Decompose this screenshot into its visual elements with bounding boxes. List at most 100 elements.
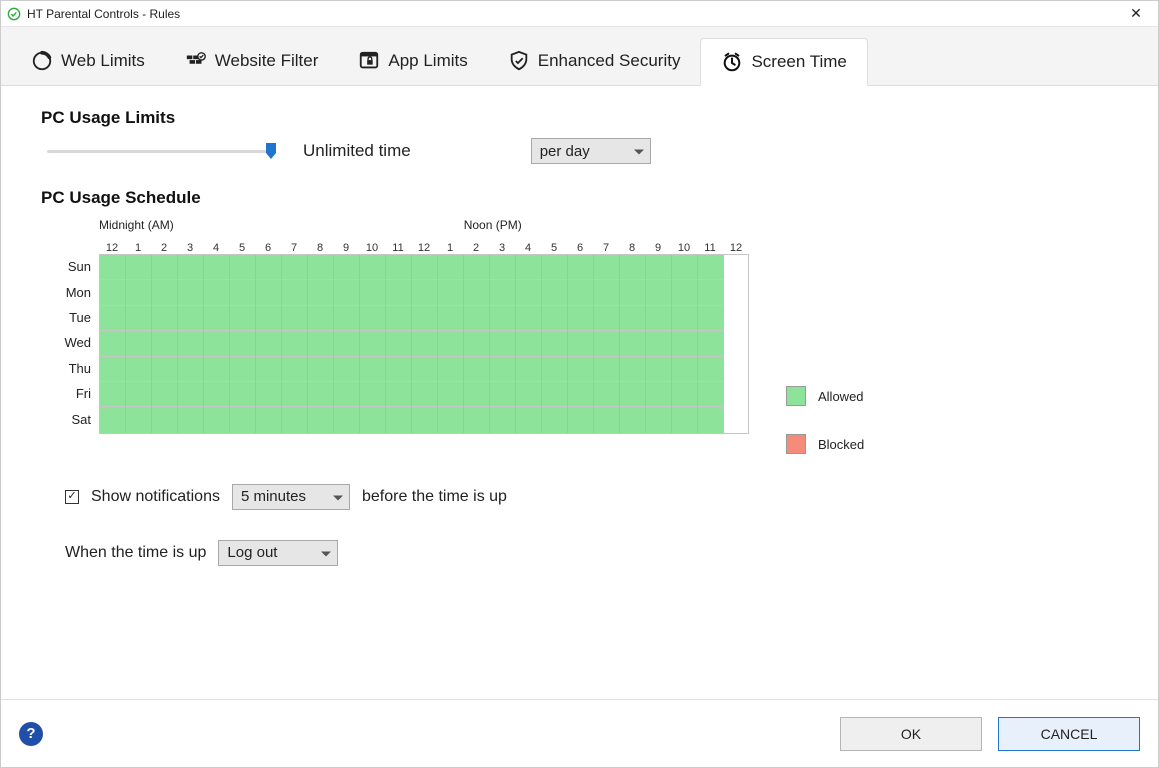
schedule-cell[interactable]	[672, 306, 698, 331]
schedule-cell[interactable]	[438, 382, 464, 407]
schedule-cell[interactable]	[412, 280, 438, 305]
schedule-cell[interactable]	[282, 306, 308, 331]
schedule-cell[interactable]	[126, 280, 152, 305]
schedule-cell[interactable]	[100, 280, 126, 305]
schedule-cell[interactable]	[308, 407, 334, 432]
schedule-cell[interactable]	[568, 357, 594, 382]
schedule-cell[interactable]	[490, 331, 516, 356]
schedule-cell[interactable]	[360, 306, 386, 331]
schedule-cell[interactable]	[152, 255, 178, 280]
ok-button[interactable]: OK	[840, 717, 982, 751]
schedule-cell[interactable]	[516, 306, 542, 331]
schedule-cell[interactable]	[282, 357, 308, 382]
schedule-cell[interactable]	[334, 407, 360, 432]
schedule-cell[interactable]	[386, 357, 412, 382]
schedule-cell[interactable]	[334, 306, 360, 331]
schedule-cell[interactable]	[360, 407, 386, 432]
schedule-cell[interactable]	[438, 280, 464, 305]
schedule-cell[interactable]	[152, 382, 178, 407]
tab-app-limits[interactable]: App Limits	[338, 37, 487, 85]
schedule-cell[interactable]	[386, 255, 412, 280]
schedule-cell[interactable]	[672, 331, 698, 356]
schedule-cell[interactable]	[386, 306, 412, 331]
schedule-cell[interactable]	[438, 255, 464, 280]
schedule-cell[interactable]	[464, 255, 490, 280]
schedule-cell[interactable]	[672, 407, 698, 432]
schedule-cell[interactable]	[360, 280, 386, 305]
schedule-cell[interactable]	[516, 407, 542, 432]
schedule-cell[interactable]	[126, 255, 152, 280]
schedule-cell[interactable]	[594, 306, 620, 331]
schedule-cell[interactable]	[308, 357, 334, 382]
schedule-cell[interactable]	[204, 306, 230, 331]
schedule-cell[interactable]	[568, 407, 594, 432]
slider-thumb-icon[interactable]	[262, 142, 280, 160]
schedule-cell[interactable]	[334, 331, 360, 356]
schedule-cell[interactable]	[542, 306, 568, 331]
schedule-cell[interactable]	[152, 306, 178, 331]
schedule-cell[interactable]	[542, 331, 568, 356]
schedule-cell[interactable]	[412, 407, 438, 432]
schedule-cell[interactable]	[698, 331, 724, 356]
schedule-cell[interactable]	[178, 331, 204, 356]
schedule-cell[interactable]	[594, 331, 620, 356]
help-button[interactable]: ?	[19, 722, 43, 746]
schedule-cell[interactable]	[282, 331, 308, 356]
schedule-cell[interactable]	[568, 382, 594, 407]
schedule-cell[interactable]	[126, 407, 152, 432]
schedule-cell[interactable]	[256, 331, 282, 356]
schedule-cell[interactable]	[438, 407, 464, 432]
schedule-cell[interactable]	[620, 407, 646, 432]
schedule-cell[interactable]	[412, 357, 438, 382]
schedule-cell[interactable]	[230, 306, 256, 331]
schedule-cell[interactable]	[178, 280, 204, 305]
schedule-cell[interactable]	[464, 306, 490, 331]
schedule-cell[interactable]	[178, 255, 204, 280]
schedule-cell[interactable]	[542, 357, 568, 382]
schedule-cell[interactable]	[126, 331, 152, 356]
schedule-cell[interactable]	[152, 280, 178, 305]
schedule-cell[interactable]	[308, 306, 334, 331]
schedule-cell[interactable]	[516, 331, 542, 356]
schedule-cell[interactable]	[464, 357, 490, 382]
schedule-cell[interactable]	[308, 280, 334, 305]
schedule-cell[interactable]	[230, 382, 256, 407]
schedule-cell[interactable]	[334, 382, 360, 407]
schedule-cell[interactable]	[230, 280, 256, 305]
schedule-cell[interactable]	[464, 382, 490, 407]
schedule-cell[interactable]	[230, 357, 256, 382]
schedule-cell[interactable]	[672, 255, 698, 280]
schedule-cell[interactable]	[516, 357, 542, 382]
schedule-cell[interactable]	[594, 280, 620, 305]
schedule-cell[interactable]	[464, 331, 490, 356]
schedule-cell[interactable]	[542, 407, 568, 432]
schedule-cell[interactable]	[620, 357, 646, 382]
schedule-cell[interactable]	[152, 407, 178, 432]
schedule-cell[interactable]	[152, 357, 178, 382]
schedule-cell[interactable]	[308, 331, 334, 356]
schedule-cell[interactable]	[386, 407, 412, 432]
schedule-cell[interactable]	[100, 407, 126, 432]
schedule-cell[interactable]	[256, 306, 282, 331]
schedule-cell[interactable]	[360, 382, 386, 407]
schedule-cell[interactable]	[256, 382, 282, 407]
notification-lead-select[interactable]: 5 minutes	[232, 484, 350, 510]
schedule-cell[interactable]	[178, 306, 204, 331]
schedule-cell[interactable]	[594, 382, 620, 407]
schedule-cell[interactable]	[490, 255, 516, 280]
time-limit-slider[interactable]	[47, 142, 273, 160]
schedule-cell[interactable]	[126, 306, 152, 331]
schedule-cell[interactable]	[516, 280, 542, 305]
schedule-cell[interactable]	[646, 382, 672, 407]
schedule-cell[interactable]	[620, 280, 646, 305]
schedule-cell[interactable]	[230, 407, 256, 432]
schedule-cell[interactable]	[490, 280, 516, 305]
schedule-cell[interactable]	[646, 331, 672, 356]
schedule-cell[interactable]	[490, 357, 516, 382]
schedule-cell[interactable]	[412, 382, 438, 407]
period-select[interactable]: per day	[531, 138, 651, 164]
timeout-action-select[interactable]: Log out	[218, 540, 338, 566]
schedule-cell[interactable]	[256, 357, 282, 382]
cancel-button[interactable]: CANCEL	[998, 717, 1140, 751]
schedule-cell[interactable]	[360, 331, 386, 356]
